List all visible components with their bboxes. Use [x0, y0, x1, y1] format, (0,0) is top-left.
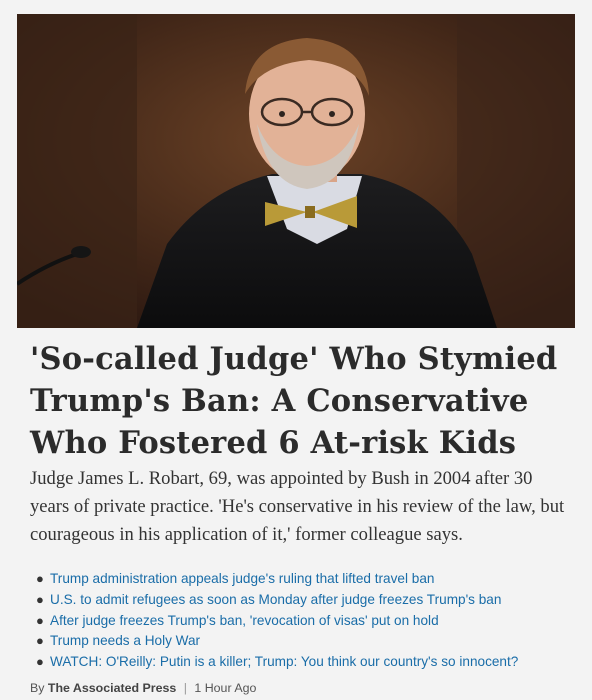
bullet-icon: ●: [36, 571, 44, 586]
related-link-item: ● Trump administration appeals judge's r…: [34, 569, 574, 590]
bullet-icon: ●: [36, 591, 44, 607]
related-link-item: ● Trump needs a Holy War: [34, 631, 574, 652]
related-link[interactable]: WATCH: O'Reilly: Putin is a killer; Trum…: [50, 654, 518, 669]
article-photo[interactable]: [17, 14, 575, 328]
byline-separator: |: [183, 681, 187, 695]
related-link[interactable]: Trump needs a Holy War: [50, 633, 200, 648]
source-name[interactable]: The Associated Press: [48, 681, 176, 695]
headline[interactable]: 'So-called Judge' Who Stymied Trump's Ba…: [30, 338, 565, 464]
byline: By The Associated Press | 1 Hour Ago: [30, 681, 256, 695]
bullet-icon: ●: [36, 612, 44, 628]
related-link-item: ● WATCH: O'Reilly: Putin is a killer; Tr…: [34, 652, 574, 673]
bullet-icon: ●: [36, 633, 44, 649]
summary: Judge James L. Robart, 69, was appointed…: [30, 468, 565, 545]
byline-prefix: By: [30, 681, 45, 695]
related-link[interactable]: After judge freezes Trump's ban, 'revoca…: [50, 613, 439, 628]
timestamp: 1 Hour Ago: [194, 681, 257, 695]
judge-photo-illustration: [17, 14, 575, 328]
related-link-item: ● After judge freezes Trump's ban, 'revo…: [34, 611, 574, 632]
related-link[interactable]: U.S. to admit refugees as soon as Monday…: [50, 592, 501, 607]
related-link[interactable]: Trump administration appeals judge's rul…: [50, 571, 434, 586]
related-link-item: ● U.S. to admit refugees as soon as Mond…: [34, 590, 574, 611]
bullet-icon: ●: [36, 654, 44, 670]
related-links: ● Trump administration appeals judge's r…: [34, 569, 574, 673]
news-card: 'So-called Judge' Who Stymied Trump's Ba…: [17, 14, 575, 700]
